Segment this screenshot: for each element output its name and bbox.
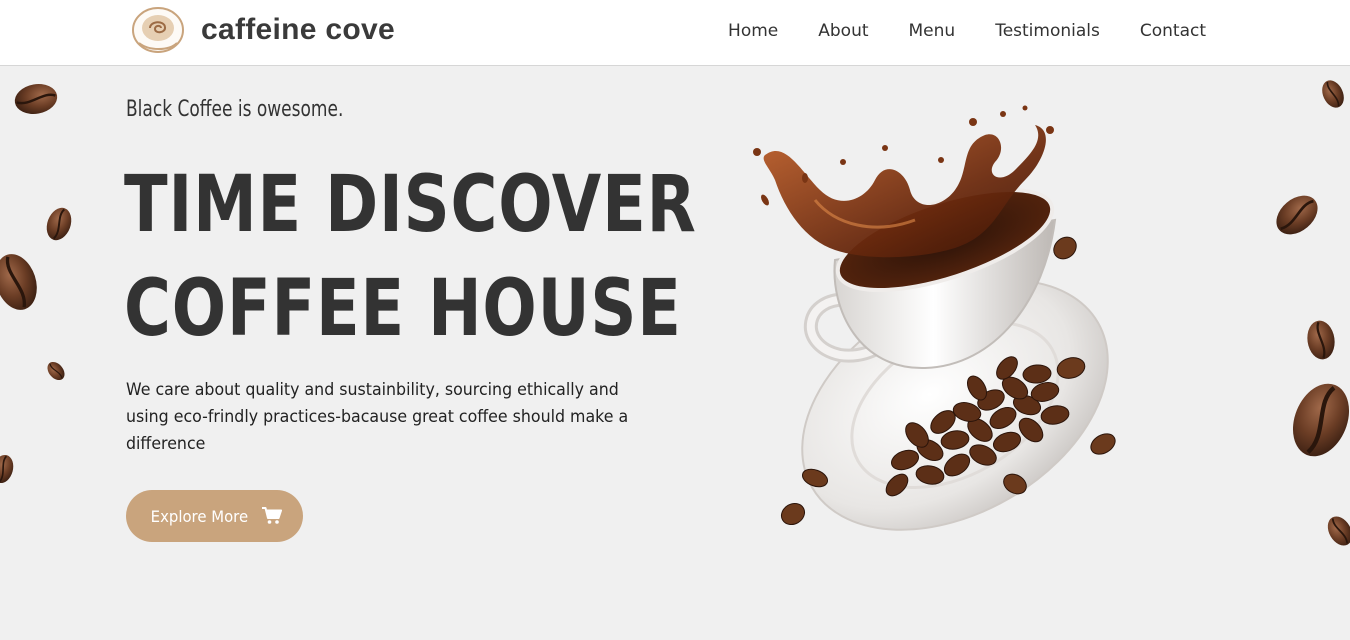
nav-item-testimonials[interactable]: Testimonials: [995, 18, 1100, 44]
coffee-cup-logo-icon: [132, 7, 184, 53]
hero-headline: TIME DISCOVER COFFEE HOUSE: [124, 153, 697, 361]
coffee-cup-splash-illustration: [753, 105, 1116, 531]
brand-link[interactable]: caffeine cove: [131, 5, 395, 55]
hero-headline-line-2: COFFEE HOUSE: [124, 264, 682, 354]
nav-item-contact[interactable]: Contact: [1140, 18, 1206, 44]
coffee-bean-decoration: [0, 446, 19, 492]
explore-more-button[interactable]: Explore More: [126, 490, 303, 542]
coffee-bean-decoration: [1278, 368, 1350, 471]
coffee-bean-decoration: [1321, 510, 1350, 551]
hero-description: We care about quality and sustainbility,…: [126, 380, 629, 454]
coffee-bean-decoration: [41, 356, 70, 386]
coffee-bean-decoration: [9, 69, 63, 128]
explore-more-label: Explore More: [150, 506, 249, 526]
site-header: caffeine cove Home About Menu Testimonia…: [0, 0, 1350, 66]
coffee-bean-decoration: [1262, 180, 1332, 250]
hero-headline-line-1: TIME DISCOVER: [124, 160, 697, 250]
coffee-bean-decoration: [1315, 73, 1350, 115]
main-nav: Home About Menu Testimonials Contact: [728, 18, 1206, 44]
coffee-bean-decoration: [1303, 314, 1339, 366]
coffee-bean-decoration: [0, 231, 51, 332]
hero-tagline: Black Coffee is owesome.: [126, 97, 344, 122]
nav-item-menu[interactable]: Menu: [909, 18, 956, 44]
brand-name: caffeine cove: [201, 13, 395, 46]
coffee-bean-decoration: [41, 203, 78, 246]
nav-item-about[interactable]: About: [818, 18, 868, 44]
nav-item-home[interactable]: Home: [728, 18, 778, 44]
cart-icon: [261, 507, 282, 524]
